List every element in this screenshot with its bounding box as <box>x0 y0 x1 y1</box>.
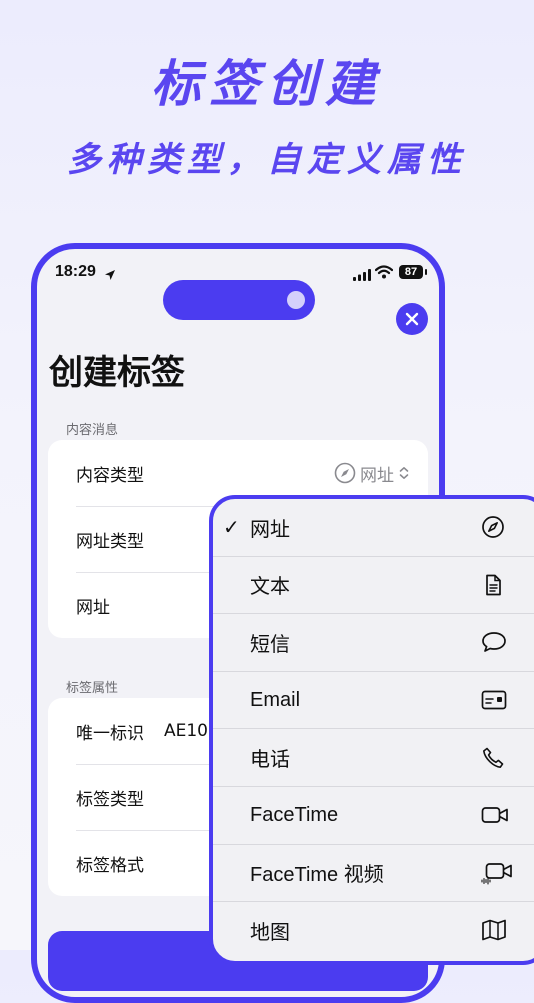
unique-id-value: AE10 <box>164 721 209 741</box>
checkmark-icon: ✓ <box>223 516 240 539</box>
menu-item-map[interactable]: 地图 <box>213 901 534 959</box>
row-label: 网址类型 <box>76 531 144 552</box>
wifi-icon <box>374 264 394 283</box>
cellular-signal-icon <box>353 266 371 285</box>
row-label: 唯一标识 <box>76 723 144 744</box>
menu-item-label: FaceTime <box>250 803 339 826</box>
row-label: 内容类型 <box>76 465 144 486</box>
row-label: 标签格式 <box>76 855 144 876</box>
close-icon <box>405 312 419 326</box>
video-camera-icon <box>481 787 509 844</box>
compass-icon <box>334 462 356 484</box>
section-header-tag: 标签属性 <box>66 681 119 696</box>
phone-icon <box>481 729 505 786</box>
menu-item-label: 网址 <box>250 518 290 541</box>
chevron-up-down-icon <box>399 467 409 479</box>
promo-headline: 标签创建 <box>151 55 383 113</box>
battery-indicator: 87 <box>399 265 423 279</box>
menu-item-label: 电话 <box>250 749 290 772</box>
content-type-menu: ✓ 网址 文本 短信 Email 电话 FaceTime FaceTime 视频… <box>209 495 534 965</box>
battery-tip <box>425 269 427 275</box>
island-dot <box>287 291 305 309</box>
row-label: 标签类型 <box>76 789 144 810</box>
menu-item-phone[interactable]: 电话 <box>213 728 534 786</box>
menu-item-label: FaceTime 视频 <box>250 864 384 887</box>
menu-item-facetime[interactable]: FaceTime <box>213 785 534 844</box>
menu-item-facetime-video[interactable]: FaceTime 视频 <box>213 843 534 902</box>
map-icon <box>481 902 507 959</box>
compass-icon <box>481 499 505 556</box>
message-bubble-icon <box>481 614 507 671</box>
location-arrow-icon <box>104 266 116 285</box>
close-button[interactable] <box>396 303 428 335</box>
menu-item-text[interactable]: 文本 <box>213 555 534 614</box>
menu-item-label: 短信 <box>250 633 290 656</box>
document-icon <box>481 557 505 614</box>
row-label: 网址 <box>76 597 110 618</box>
page-title: 创建标签 <box>49 353 185 393</box>
promo-subhead: 多种类型，自定义属性 <box>67 140 467 180</box>
menu-item-sms[interactable]: 短信 <box>213 613 534 671</box>
menu-item-label: Email <box>250 688 301 711</box>
content-type-value: 网址 <box>360 465 394 486</box>
menu-item-label: 文本 <box>250 576 290 599</box>
contact-card-icon <box>481 672 507 729</box>
section-header-content: 内容消息 <box>66 423 119 438</box>
menu-item-email[interactable]: Email <box>213 670 534 729</box>
status-time: 18:29 <box>55 263 96 280</box>
video-waveform-icon <box>481 845 513 902</box>
menu-item-url[interactable]: ✓ 网址 <box>213 499 534 556</box>
menu-item-label: 地图 <box>250 921 290 944</box>
dynamic-island <box>163 280 315 320</box>
